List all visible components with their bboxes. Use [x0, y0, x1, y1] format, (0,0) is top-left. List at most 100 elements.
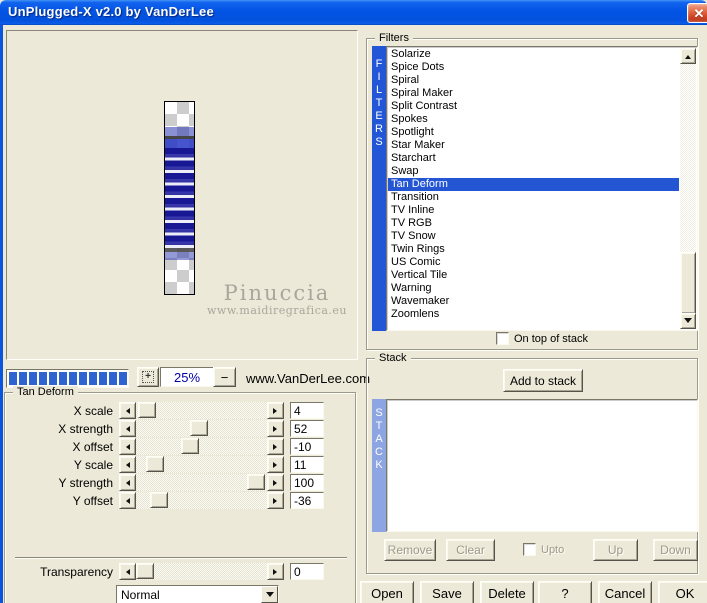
slider-x-strength-label: X strength [58, 422, 113, 436]
slider-transparency-increment-button[interactable] [267, 563, 284, 580]
on-top-checkbox[interactable] [496, 332, 509, 345]
slider-y-strength-track[interactable] [136, 474, 267, 491]
slider-y-offset-decrement-button[interactable] [119, 492, 136, 509]
scroll-up-button[interactable] [680, 48, 696, 64]
parameters-group-label: Tan Deform [13, 386, 78, 398]
slider-y-offset-thumb[interactable] [149, 492, 168, 508]
filter-item[interactable]: Vertical Tile [388, 269, 679, 282]
slider-y-scale-increment-button[interactable] [267, 456, 284, 473]
slider-x-offset-thumb[interactable] [181, 438, 200, 454]
upto-option[interactable]: Upto [523, 543, 564, 556]
down-button[interactable]: Down [653, 539, 698, 561]
slider-x-strength-thumb[interactable] [190, 420, 209, 436]
slider-x-scale-track[interactable] [136, 402, 267, 419]
slider-y-strength-increment-button[interactable] [267, 474, 284, 491]
slider-y-scale-value[interactable]: 11 [290, 456, 324, 473]
slider-y-scale-track[interactable] [136, 456, 267, 473]
slider-x-offset: X offset -10 [5, 438, 355, 455]
combo-dropdown-button[interactable] [261, 586, 278, 603]
add-to-stack-button[interactable]: Add to stack [503, 369, 583, 392]
up-button[interactable]: Up [593, 539, 638, 561]
filter-item[interactable]: TV Snow [388, 230, 679, 243]
slider-x-offset-value[interactable]: -10 [290, 438, 324, 455]
progress-segment [19, 372, 27, 385]
open-button[interactable]: Open [360, 581, 414, 603]
triangle-right-icon [273, 407, 280, 414]
filter-item[interactable]: Starchart [388, 152, 679, 165]
titlebar[interactable]: UnPlugged-X v2.0 by VanDerLee ✕ [0, 0, 707, 25]
help-button[interactable]: ? [538, 581, 592, 603]
zoom-level-value: 25% [173, 369, 201, 385]
slider-transparency-decrement-button[interactable] [119, 563, 136, 580]
filter-item[interactable]: Transition [388, 191, 679, 204]
delete-button[interactable]: Delete [480, 581, 534, 603]
zoom-in-button[interactable]: + [137, 367, 159, 387]
slider-x-offset-increment-button[interactable] [267, 438, 284, 455]
slider-y-strength-decrement-button[interactable] [119, 474, 136, 491]
blend-mode-select[interactable]: Normal [116, 585, 279, 603]
clear-button[interactable]: Clear [446, 539, 495, 561]
slider-transparency-value[interactable]: 0 [290, 563, 324, 580]
slider-x-scale-decrement-button[interactable] [119, 402, 136, 419]
scrollbar-thumb[interactable] [680, 252, 696, 314]
filter-item[interactable]: Solarize [388, 48, 679, 61]
cancel-button[interactable]: Cancel [598, 581, 652, 603]
slider-y-offset-value[interactable]: -36 [290, 492, 324, 509]
ok-button[interactable]: OK [658, 581, 707, 603]
progress-segment [119, 372, 127, 385]
slider-x-offset-decrement-button[interactable] [119, 438, 136, 455]
filter-item[interactable]: TV RGB [388, 217, 679, 230]
filter-item[interactable]: US Comic [388, 256, 679, 269]
filter-item[interactable]: Spiral Maker [388, 87, 679, 100]
filter-item[interactable]: Tan Deform [388, 178, 679, 191]
slider-y-scale-decrement-button[interactable] [119, 456, 136, 473]
slider-y-strength-value[interactable]: 100 [290, 474, 324, 491]
triangle-right-icon [273, 568, 280, 575]
triangle-left-icon [123, 568, 130, 575]
save-button[interactable]: Save [420, 581, 474, 603]
remove-button[interactable]: Remove [384, 539, 436, 561]
slider-x-scale-value[interactable]: 4 [290, 402, 324, 419]
stack-list[interactable] [386, 399, 698, 532]
filter-item[interactable]: Spotlight [388, 126, 679, 139]
slider-x-strength-value[interactable]: 52 [290, 420, 324, 437]
slider-x-scale-thumb[interactable] [138, 402, 157, 418]
triangle-up-icon [685, 52, 691, 59]
filter-item[interactable]: Warning [388, 282, 679, 295]
progress-segment [29, 372, 37, 385]
strip-letter: A [375, 433, 383, 445]
slider-transparency-thumb[interactable] [136, 563, 154, 579]
slider-x-strength-decrement-button[interactable] [119, 420, 136, 437]
slider-x-strength-increment-button[interactable] [267, 420, 284, 437]
slider-y-offset-track[interactable] [136, 492, 267, 509]
filter-item[interactable]: Swap [388, 165, 679, 178]
upto-checkbox[interactable] [523, 543, 536, 556]
scroll-down-button[interactable] [680, 313, 696, 329]
progress-segment [39, 372, 47, 385]
on-top-of-stack-option[interactable]: On top of stack [496, 332, 588, 345]
filter-item[interactable]: Zoomlens [388, 308, 679, 321]
close-button[interactable]: ✕ [687, 3, 707, 23]
slider-x-strength-track[interactable] [136, 420, 267, 437]
slider-x-offset-track[interactable] [136, 438, 267, 455]
preview-image [164, 101, 195, 295]
filter-item[interactable]: Twin Rings [388, 243, 679, 256]
slider-transparency: Transparency 0 [5, 563, 355, 580]
filters-scrollbar[interactable] [680, 48, 696, 329]
filter-item[interactable]: TV Inline [388, 204, 679, 217]
filter-item[interactable]: Split Contrast [388, 100, 679, 113]
filter-item[interactable]: Spice Dots [388, 61, 679, 74]
filter-item[interactable]: Spokes [388, 113, 679, 126]
slider-y-strength-thumb[interactable] [246, 474, 265, 490]
zoom-out-button[interactable]: − [213, 367, 236, 387]
slider-transparency-track[interactable] [136, 563, 267, 580]
filter-item[interactable]: Spiral [388, 74, 679, 87]
slider-y-offset-increment-button[interactable] [267, 492, 284, 509]
slider-y-scale-thumb[interactable] [146, 456, 165, 472]
strip-letter: R [375, 123, 383, 135]
filter-item[interactable]: Star Maker [388, 139, 679, 152]
filters-list[interactable]: Solarize Spice Dots Spiral Spiral Maker Spli… [386, 46, 698, 331]
preview-panel[interactable]: Pinuccia www.maidiregrafica.eu [6, 30, 358, 360]
filter-item[interactable]: Wavemaker [388, 295, 679, 308]
slider-x-scale-increment-button[interactable] [267, 402, 284, 419]
